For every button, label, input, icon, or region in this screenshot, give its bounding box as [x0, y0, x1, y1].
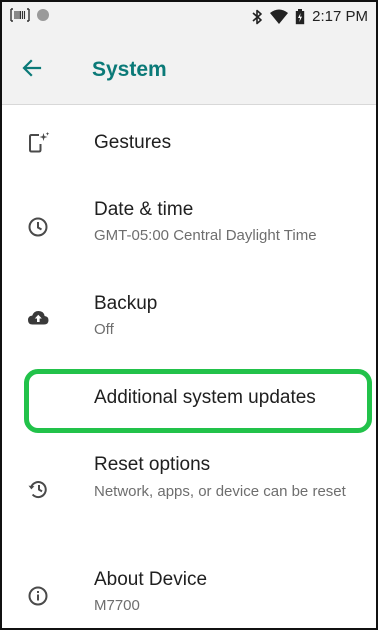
- barcode-scanner-icon: [10, 8, 30, 22]
- list-item-subtitle: M7700: [94, 597, 140, 614]
- list-item-subtitle: Network, apps, or device can be reset: [94, 483, 346, 500]
- info-icon: [26, 584, 50, 608]
- battery-icon: [295, 8, 305, 25]
- list-item-subtitle: GMT-05:00 Central Daylight Time: [94, 227, 317, 244]
- wifi-icon: [270, 9, 289, 24]
- back-arrow-icon[interactable]: [20, 56, 44, 80]
- gestures-icon: [26, 131, 50, 155]
- list-item-date-time[interactable]: Date & time GMT-05:00 Central Daylight T…: [2, 181, 376, 271]
- status-bar: 2:17 PM: [2, 2, 376, 32]
- screen: 2:17 PM System Gestures Date & time GMT-…: [0, 0, 378, 630]
- notification-dot-icon: [36, 8, 50, 22]
- cloud-upload-icon: [26, 305, 50, 329]
- history-icon: [26, 477, 50, 501]
- list-item-title: Backup: [94, 293, 158, 314]
- list-item-subtitle: Off: [94, 321, 114, 338]
- list-item-title: About Device: [94, 569, 208, 590]
- list-item-title: Reset options: [94, 454, 211, 475]
- list-item-title: Additional system updates: [94, 387, 316, 408]
- page-title: System: [92, 58, 167, 81]
- list-item-about-device[interactable]: About Device M7700: [2, 549, 376, 628]
- bluetooth-icon: [251, 9, 263, 25]
- clock-icon: [26, 215, 50, 239]
- list-item-additional-system-updates[interactable]: Additional system updates: [2, 365, 376, 435]
- app-bar: System: [2, 32, 376, 105]
- list-item-title: Date & time: [94, 199, 194, 220]
- list-item-gestures[interactable]: Gestures: [2, 105, 376, 181]
- status-time: 2:17 PM: [312, 8, 368, 25]
- list-item-title: Gestures: [94, 132, 172, 153]
- list-item-reset-options[interactable]: Reset options Network, apps, or device c…: [2, 439, 376, 549]
- list-item-backup[interactable]: Backup Off: [2, 271, 376, 361]
